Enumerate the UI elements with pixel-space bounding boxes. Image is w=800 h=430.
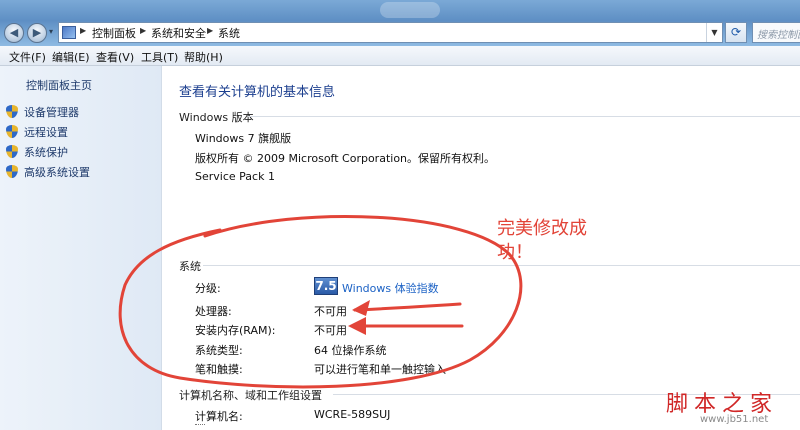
menu-view[interactable]: 查看(V) — [96, 49, 134, 65]
menu-file[interactable]: 文件(F) — [9, 49, 46, 65]
forward-button[interactable]: ▶ — [27, 23, 47, 43]
breadcrumb-separator-icon[interactable]: ▶ — [207, 26, 213, 35]
menu-tools[interactable]: 工具(T) — [141, 49, 178, 65]
window-titlebar: ◀ ▶ ▾ ▶ 控制面板 ▶ 系统和安全 ▶ 系统 ▼ ⟳ 搜索控制面板 — [0, 0, 800, 46]
sidebar-item-device-manager[interactable]: 设备管理器 — [6, 104, 79, 120]
sidebar-item-remote-settings[interactable]: 远程设置 — [6, 124, 68, 140]
control-panel-home-link[interactable]: 控制面板主页 — [26, 77, 92, 93]
truncated-row — [195, 424, 205, 430]
watermark-url: www.jb51.net — [700, 414, 769, 425]
arrow-icon — [348, 317, 464, 335]
copyright-text: 版权所有 © 2009 Microsoft Corporation。保留所有权利… — [195, 152, 496, 165]
processor-label: 处理器: — [195, 305, 232, 318]
shield-icon — [6, 165, 18, 178]
arrow-icon — [352, 300, 462, 316]
ram-label: 安装内存(RAM): — [195, 324, 276, 337]
sidebar-item-label: 远程设置 — [24, 126, 68, 139]
computer-name-label: 计算机名: — [195, 410, 243, 423]
annotation-line-1: 完美修改成 — [497, 218, 587, 239]
section-divider — [248, 116, 800, 117]
shield-icon — [6, 145, 18, 158]
refresh-button[interactable]: ⟳ — [725, 22, 747, 43]
experience-index-link[interactable]: Windows 体验指数 — [342, 280, 439, 296]
breadcrumb-separator-icon[interactable]: ▶ — [80, 26, 86, 35]
edition-name: Windows 7 旗舰版 — [195, 132, 292, 145]
breadcrumb-system[interactable]: 系统 — [218, 25, 240, 41]
system-type-value: 64 位操作系统 — [314, 344, 387, 357]
address-dropdown-icon[interactable]: ▼ — [706, 23, 722, 42]
sidebar-item-label: 设备管理器 — [24, 106, 79, 119]
left-navigation-pane: 控制面板主页 设备管理器 远程设置 系统保护 高级系统设置 — [0, 66, 162, 430]
breadcrumb-separator-icon[interactable]: ▶ — [140, 26, 146, 35]
system-heading: 系统 — [179, 260, 201, 273]
pen-touch-label: 笔和触摸: — [195, 363, 243, 376]
rating-label: 分级: — [195, 282, 221, 295]
processor-value: 不可用 — [314, 305, 347, 318]
menu-bar: 文件(F) 编辑(E) 查看(V) 工具(T) 帮助(H) — [0, 46, 800, 66]
ram-value: 不可用 — [314, 324, 347, 337]
system-type-label: 系统类型: — [195, 344, 243, 357]
service-pack: Service Pack 1 — [195, 170, 275, 183]
sidebar-item-system-protection[interactable]: 系统保护 — [6, 144, 68, 160]
recent-pages-dropdown-icon[interactable]: ▾ — [49, 27, 53, 36]
shield-icon — [6, 125, 18, 138]
breadcrumb-control-panel[interactable]: 控制面板 — [92, 25, 136, 41]
menu-edit[interactable]: 编辑(E) — [52, 49, 90, 65]
experience-index-score[interactable]: 7.5 — [314, 277, 338, 295]
search-input[interactable]: 搜索控制面板 — [752, 22, 800, 43]
section-divider — [203, 265, 800, 266]
computer-name-value: WCRE-589SUJ — [314, 408, 391, 421]
menu-help[interactable]: 帮助(H) — [184, 49, 223, 65]
shield-icon — [6, 105, 18, 118]
sidebar-item-label: 系统保护 — [24, 146, 68, 159]
annotation-note: 完美修改成 功！ — [497, 217, 607, 265]
annotation-line-2: 功！ — [497, 242, 533, 263]
pen-touch-value: 可以进行笔和单一触控输入 — [314, 363, 446, 376]
address-bar[interactable]: ▶ 控制面板 ▶ 系统和安全 ▶ 系统 ▼ — [58, 22, 723, 43]
computer-name-heading: 计算机名称、域和工作组设置 — [179, 389, 322, 402]
title-glow — [380, 2, 440, 18]
page-title: 查看有关计算机的基本信息 — [179, 85, 336, 100]
breadcrumb-system-security[interactable]: 系统和安全 — [151, 25, 206, 41]
windows-edition-heading: Windows 版本 — [179, 111, 254, 124]
sidebar-item-label: 高级系统设置 — [24, 166, 90, 179]
control-panel-icon — [62, 26, 76, 39]
sidebar-item-advanced-settings[interactable]: 高级系统设置 — [6, 164, 90, 180]
back-button[interactable]: ◀ — [4, 23, 24, 43]
